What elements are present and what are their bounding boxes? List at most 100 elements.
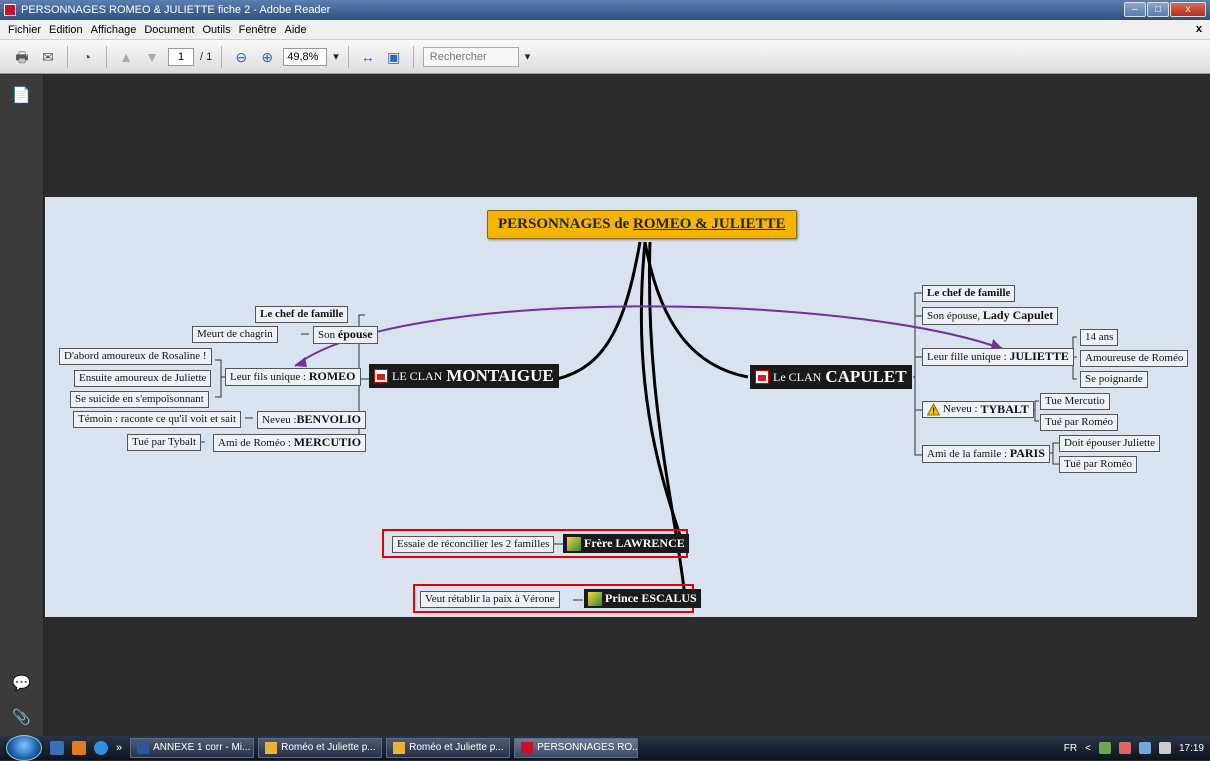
montaigue-fils-name: ROMEO bbox=[308, 369, 356, 383]
romeo-detail-3[interactable]: Se suicide en s'empoisonnant bbox=[70, 391, 209, 408]
zoom-level-select[interactable]: 49,8% bbox=[283, 47, 328, 66]
search-input[interactable]: Rechercher bbox=[422, 46, 519, 67]
create-pdf-icon[interactable]: ✉ bbox=[38, 48, 58, 66]
language-indicator[interactable]: FR bbox=[1064, 743, 1077, 754]
benvolio-detail[interactable]: Témoin : raconte ce qu'il voit et sait bbox=[73, 411, 242, 428]
escalus-node[interactable]: Prince ESCALUS bbox=[584, 589, 701, 608]
navigation-panel: 📄 💬 📎 bbox=[0, 75, 44, 736]
toolbar-divider bbox=[347, 45, 349, 68]
tybalt-detail-2[interactable]: Tué par Roméo bbox=[1040, 414, 1119, 431]
capulet-chef-node[interactable]: Le chef de famille bbox=[922, 285, 1016, 302]
pages-icon[interactable]: 📄 bbox=[12, 87, 31, 105]
zoom-out-icon[interactable]: ⊖ bbox=[231, 48, 251, 66]
juliette-detail-2[interactable]: Amoureuse de Roméo bbox=[1080, 350, 1189, 367]
adobe-reader-icon bbox=[4, 4, 16, 16]
volume-icon[interactable] bbox=[1158, 742, 1171, 754]
toolbar-divider bbox=[221, 45, 223, 68]
taskbar-item-annexe[interactable]: ANNEXE 1 corr - Mi... bbox=[130, 738, 255, 758]
maximize-button[interactable]: □ bbox=[1147, 2, 1169, 17]
folder-icon bbox=[265, 742, 278, 754]
quicklaunch-chevron-icon[interactable]: » bbox=[116, 742, 122, 754]
network-icon[interactable] bbox=[1098, 742, 1111, 754]
start-button[interactable] bbox=[6, 735, 42, 761]
capulet-neveu-prefix: Neveu : bbox=[943, 403, 978, 415]
capulet-ami-prefix: Ami de la famile : bbox=[927, 448, 1010, 460]
central-node[interactable]: PERSONNAGES de ROMEO & JULIETTE bbox=[487, 210, 797, 239]
clan-capulet-node[interactable]: Le CLAN CAPULET bbox=[750, 365, 912, 389]
document-close-button[interactable]: x bbox=[1192, 23, 1206, 35]
lawrence-detail[interactable]: Essaie de réconcilier les 2 familles bbox=[392, 536, 555, 553]
montaigue-neveu-prefix: Neveu : bbox=[262, 414, 297, 426]
update-icon[interactable] bbox=[1138, 742, 1151, 754]
clan-montaigue-node[interactable]: LE CLAN MONTAIGUE bbox=[369, 364, 559, 388]
security-icon[interactable] bbox=[1118, 742, 1131, 754]
montaigue-neveu-node[interactable]: Neveu :BENVOLIO bbox=[257, 411, 366, 429]
montaigue-neveu-name: BENVOLIO bbox=[296, 412, 361, 426]
page-number-input[interactable]: 1 bbox=[168, 47, 194, 66]
menu-fenetre[interactable]: Fenêtre bbox=[235, 24, 281, 36]
pdf-page: PERSONNAGES de ROMEO & JULIETTE LE CLAN … bbox=[45, 197, 1197, 617]
minimize-button[interactable]: – bbox=[1124, 2, 1146, 17]
capulet-ami-node[interactable]: Ami de la famile : PARIS bbox=[922, 445, 1050, 463]
capulet-fille-node[interactable]: Leur fille unique : JULIETTE bbox=[922, 348, 1074, 366]
montaigue-fils-node[interactable]: Leur fils unique : ROMEO bbox=[225, 368, 361, 386]
capulet-epouse-node[interactable]: Son épouse, Lady Capulet bbox=[922, 307, 1059, 325]
menu-affichage[interactable]: Affichage bbox=[87, 24, 141, 36]
juliette-detail-3[interactable]: Se poignarde bbox=[1080, 371, 1148, 388]
window-title: PERSONNAGES ROMEO & JULIETTE fiche 2 - A… bbox=[21, 4, 331, 16]
montaigue-epouse-detail[interactable]: Meurt de chagrin bbox=[192, 326, 278, 343]
show-desktop-icon[interactable] bbox=[50, 741, 64, 755]
toolbar: 🖶 ✉ ◔ ▲ ▼ 1 / 1 ⊖ ⊕ 49,8% ▾ ↔ ▣ Recherch… bbox=[0, 40, 1210, 74]
attachments-icon[interactable]: 📎 bbox=[12, 709, 31, 727]
clock[interactable]: 17:19 bbox=[1179, 743, 1204, 754]
zoom-dropdown-icon[interactable]: ▾ bbox=[333, 50, 339, 63]
taskbar-item-personnages[interactable]: PERSONNAGES RO... bbox=[514, 738, 639, 758]
clan-montaigue-name: MONTAIGUE bbox=[446, 366, 554, 385]
search-dropdown-icon[interactable]: ▾ bbox=[525, 50, 531, 63]
page-total: / 1 bbox=[200, 50, 213, 63]
menu-document[interactable]: Document bbox=[140, 24, 198, 36]
menu-edition[interactable]: Edition bbox=[45, 24, 87, 36]
fit-width-icon[interactable]: ↔ bbox=[358, 48, 378, 66]
clan-capulet-prefix: Le CLAN bbox=[773, 369, 822, 384]
capulet-neveu-name: TYBALT bbox=[980, 402, 1029, 416]
taskbar-item-romeo-2[interactable]: Roméo et Juliette p... bbox=[386, 738, 511, 758]
montaigue-ami-node[interactable]: Ami de Roméo : MERCUTIO bbox=[213, 434, 367, 452]
montaigue-epouse-bold: épouse bbox=[337, 327, 373, 341]
previous-page-icon[interactable]: ▲ bbox=[116, 48, 136, 66]
menu-bar: Fichier Edition Affichage Document Outil… bbox=[0, 20, 1210, 40]
taskbar-item-label: PERSONNAGES RO... bbox=[537, 742, 639, 753]
lawrence-node[interactable]: Frère LAWRENCE bbox=[563, 534, 689, 553]
clan-montaigue-prefix: LE CLAN bbox=[392, 368, 443, 383]
capulet-ami-name: PARIS bbox=[1009, 446, 1045, 460]
next-page-icon[interactable]: ▼ bbox=[142, 48, 162, 66]
fit-page-icon[interactable]: ▣ bbox=[384, 48, 404, 66]
montaigue-chef-node[interactable]: Le chef de famille bbox=[255, 306, 349, 323]
tybalt-detail-1[interactable]: Tue Mercutio bbox=[1040, 393, 1110, 410]
montaigue-epouse-node[interactable]: Son épouse bbox=[313, 326, 378, 344]
paris-detail-2[interactable]: Tué par Roméo bbox=[1059, 456, 1138, 473]
folder-icon bbox=[393, 742, 406, 754]
tray-expand-icon[interactable]: < bbox=[1085, 743, 1091, 754]
collaborate-icon[interactable]: ◔ bbox=[77, 48, 97, 66]
person-icon bbox=[567, 536, 581, 551]
taskbar-item-romeo-1[interactable]: Roméo et Juliette p... bbox=[258, 738, 383, 758]
capulet-neveu-node[interactable]: Neveu : TYBALT bbox=[922, 401, 1034, 418]
internet-explorer-icon[interactable] bbox=[94, 741, 108, 755]
romeo-detail-2[interactable]: Ensuite amoureux de Juliette bbox=[74, 370, 212, 387]
close-button[interactable]: x bbox=[1170, 2, 1206, 17]
mercutio-detail[interactable]: Tué par Tybalt bbox=[127, 434, 202, 451]
menu-outils[interactable]: Outils bbox=[198, 24, 234, 36]
menu-fichier[interactable]: Fichier bbox=[4, 24, 45, 36]
zoom-in-icon[interactable]: ⊕ bbox=[257, 48, 277, 66]
juliette-detail-1[interactable]: 14 ans bbox=[1080, 329, 1119, 346]
media-player-icon[interactable] bbox=[72, 741, 86, 755]
print-icon[interactable]: 🖶 bbox=[12, 48, 32, 66]
adobe-reader-icon bbox=[521, 742, 534, 754]
paris-detail-1[interactable]: Doit épouser Juliette bbox=[1059, 435, 1161, 452]
menu-aide[interactable]: Aide bbox=[281, 24, 311, 36]
montaigue-fils-prefix: Leur fils unique : bbox=[230, 371, 309, 383]
romeo-detail-1[interactable]: D'abord amoureux de Rosaline ! bbox=[59, 348, 212, 365]
comments-icon[interactable]: 💬 bbox=[12, 675, 31, 693]
escalus-detail[interactable]: Veut rétablir la paix à Vérone bbox=[420, 591, 560, 608]
